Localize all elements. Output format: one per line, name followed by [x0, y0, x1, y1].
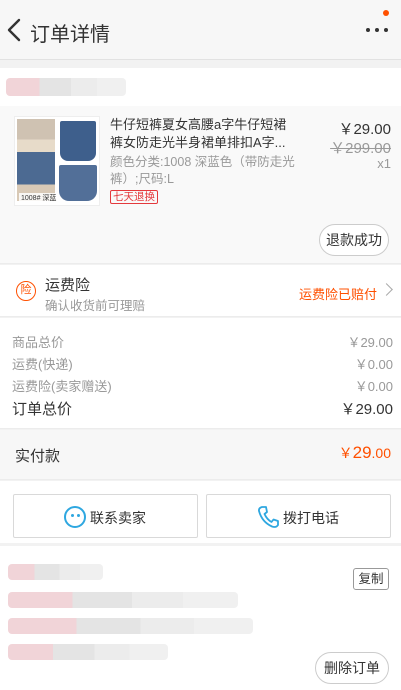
amount-paid-row: 实付款 ￥29.00	[0, 430, 401, 480]
shipping-insurance-row[interactable]: 险 运费险 确认收货前可理赔 运费险已赔付	[0, 265, 401, 317]
phone-icon	[258, 506, 279, 528]
summary-label: 商品总价	[12, 335, 65, 350]
blurred-order-text	[8, 618, 253, 634]
shop-name-bar[interactable]	[0, 68, 401, 106]
summary-value: ￥0.00	[354, 379, 393, 394]
contact-seller-label: 联系卖家	[90, 510, 146, 526]
product-spec: 颜色分类:1008 深蓝色（带防走光裤）;尺码:L	[110, 155, 295, 186]
delete-order-button[interactable]: 删除订单	[315, 652, 389, 684]
return-policy-badge: 七天退换	[110, 190, 158, 204]
notification-dot	[383, 10, 389, 16]
summary-label: 运费(快递)	[12, 357, 73, 372]
product-price: ￥29.00	[338, 121, 391, 138]
order-total-row: 订单总价 ￥29.00	[12, 398, 393, 419]
refund-status-button[interactable]: 退款成功	[319, 224, 389, 256]
order-total-value: ￥29.00	[340, 401, 393, 418]
thumbnail-caption: 1008# 深蓝	[19, 193, 59, 203]
original-price: ￥299.00	[330, 140, 391, 157]
blurred-order-text	[8, 592, 238, 608]
chevron-left-icon[interactable]	[4, 16, 26, 44]
call-phone-label: 拨打电话	[283, 510, 339, 526]
summary-row: 商品总价 ￥29.00	[12, 332, 393, 351]
product-quantity: x1	[377, 156, 391, 171]
top-bar: 订单详情	[0, 0, 401, 60]
product-photo-skirt-back	[59, 165, 97, 201]
product-photo-skirt-front	[60, 121, 96, 161]
blurred-order-text	[8, 564, 103, 580]
insurance-subtitle: 确认收货前可理赔	[45, 299, 146, 313]
blurred-shop-name	[6, 78, 126, 96]
insurance-icon: 险	[16, 281, 36, 301]
chat-icon	[64, 506, 86, 528]
amount-paid-value: ￥29.00	[339, 443, 391, 463]
chevron-right-icon	[380, 283, 393, 296]
summary-row: 运费(快递) ￥0.00	[12, 354, 393, 373]
contact-seller-button[interactable]: 联系卖家	[13, 494, 198, 538]
page-title: 订单详情	[30, 24, 110, 46]
product-name[interactable]: 牛仔短裤夏女高腰a字牛仔短裙裤女防走光半身裙单排扣A字...	[110, 116, 296, 152]
price-summary: 商品总价 ￥29.00 运费(快递) ￥0.00 运费险(卖家赠送) ￥0.00…	[0, 318, 401, 429]
insurance-title: 运费险	[45, 277, 91, 294]
paid-currency: ￥	[338, 445, 353, 461]
more-dots-icon[interactable]	[365, 16, 391, 42]
insurance-status: 运费险已赔付	[298, 287, 377, 302]
order-info-card: 复制 删除订单	[0, 546, 401, 690]
blurred-order-text	[8, 644, 168, 660]
product-thumbnail[interactable]: 1008# 深蓝	[14, 116, 100, 206]
call-phone-button[interactable]: 拨打电话	[206, 494, 391, 538]
paid-integer: 29	[352, 443, 372, 462]
summary-label: 运费险(卖家赠送)	[12, 379, 112, 394]
order-total-label: 订单总价	[12, 401, 73, 418]
summary-value: ￥0.00	[354, 357, 393, 372]
amount-paid-label: 实付款	[15, 448, 61, 465]
summary-row: 运费险(卖家赠送) ￥0.00	[12, 376, 393, 395]
paid-decimal: .00	[371, 445, 391, 461]
contact-actions: 联系卖家 拨打电话	[0, 481, 401, 543]
summary-value: ￥29.00	[347, 335, 393, 350]
product-photo-model	[17, 119, 55, 201]
copy-button[interactable]: 复制	[353, 568, 389, 590]
